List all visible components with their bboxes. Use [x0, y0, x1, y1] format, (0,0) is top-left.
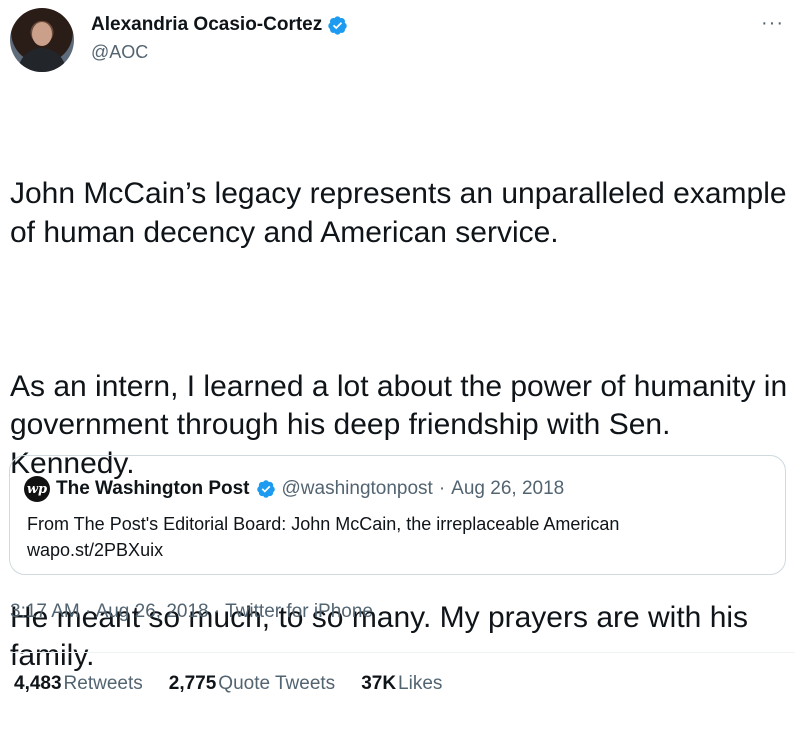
verified-badge-icon	[328, 15, 347, 35]
retweets-stat[interactable]: 4,483 Retweets	[14, 673, 143, 695]
likes-count: 37K	[361, 673, 397, 694]
tweet-metadata: 3:17 AM · Aug 26, 2018 · Twitter for iPh…	[10, 601, 373, 623]
retweets-count: 4,483	[14, 673, 62, 694]
verified-badge-icon	[256, 480, 275, 498]
author-name[interactable]: Alexandria Ocasio-Cortez	[91, 14, 322, 36]
quoted-author-handle: @washingtonpost	[281, 478, 433, 499]
tweet-time[interactable]: 3:17 AM	[10, 601, 80, 622]
author-name-row[interactable]: Alexandria Ocasio-Cortez	[91, 14, 348, 36]
tweet-date[interactable]: Aug 26, 2018	[96, 601, 209, 622]
quote-tweets-stat[interactable]: 2,775 Quote Tweets	[169, 673, 335, 695]
divider	[10, 652, 795, 653]
quote-tweets-label: Quote Tweets	[218, 673, 336, 694]
likes-label: Likes	[398, 673, 443, 694]
quote-tweets-count: 2,775	[168, 673, 217, 694]
quoted-text-line: From The Post's Editorial Board: John Mc…	[27, 514, 620, 534]
quoted-date: Aug 26, 2018	[451, 478, 565, 499]
likes-stat[interactable]: 37K Likes	[361, 673, 442, 695]
washington-post-logo-icon: wp	[24, 476, 50, 502]
avatar-body	[18, 48, 66, 72]
engagement-stats: 4,483 Retweets 2,775 Quote Tweets 37K Likes	[14, 673, 442, 695]
tweet-text: John McCain’s legacy represents an unpar…	[10, 98, 795, 753]
author-avatar[interactable]	[10, 8, 74, 72]
quoted-tweet-text: From The Post's Editorial Board: John Mc…	[27, 511, 619, 563]
quoted-tweet-header: wp The Washington Post @washingtonpost ·…	[24, 476, 564, 502]
quoted-separator: ·	[438, 478, 446, 499]
more-options-icon[interactable]: ···	[761, 12, 784, 35]
tweet-source[interactable]: Twitter for iPhone	[225, 601, 373, 622]
tweet-paragraph: John McCain’s legacy represents an unpar…	[10, 177, 795, 249]
quoted-link[interactable]: wapo.st/2PBXuix	[27, 537, 619, 563]
avatar-face	[32, 22, 52, 46]
meta-separator: ·	[213, 601, 221, 622]
author-handle[interactable]: @AOC	[91, 42, 148, 63]
quoted-author-name: The Washington Post	[56, 478, 250, 499]
quoted-tweet-card[interactable]: wp The Washington Post @washingtonpost ·…	[9, 455, 786, 575]
meta-separator: ·	[85, 601, 92, 622]
retweets-label: Retweets	[63, 673, 143, 694]
